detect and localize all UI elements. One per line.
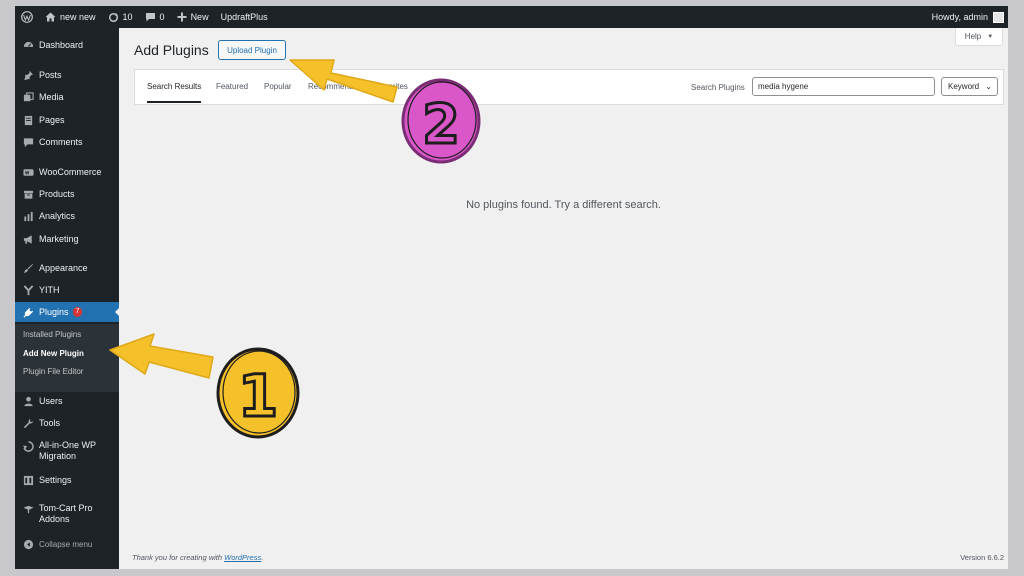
site-name-link[interactable]: new new (39, 6, 102, 28)
sidebar-item-tools[interactable]: Tools (15, 417, 119, 429)
tomcart-line1: Tom-Cart Pro (39, 503, 93, 513)
sidebar-item-yith[interactable]: YITH (15, 284, 119, 296)
sidebar-item-analytics[interactable]: Analytics (15, 210, 119, 222)
wp-admin-window: new new 10 0 New UpdraftPlus Howdy, admi… (15, 6, 1008, 569)
settings-icon (22, 474, 34, 486)
sidebar-item-pages[interactable]: Pages (15, 114, 119, 126)
tab-popular[interactable]: Popular (264, 82, 292, 91)
active-tab-indicator (147, 101, 201, 103)
updraftplus-label: UpdraftPlus (220, 12, 268, 22)
collapse-menu-button[interactable]: Collapse menu (15, 538, 119, 550)
wordpress-link[interactable]: WordPress (224, 553, 261, 562)
sidebar-item-comments[interactable]: Comments (15, 136, 119, 148)
admin-bar: new new 10 0 New UpdraftPlus Howdy, admi… (15, 6, 1008, 28)
paintbrush-icon (22, 262, 34, 274)
plus-icon (177, 12, 187, 22)
collapse-icon (22, 538, 34, 550)
update-count-badge: 7 (72, 307, 83, 317)
sidebar-item-media[interactable]: Media (15, 91, 119, 103)
wrench-icon (22, 417, 34, 429)
main-content: Help ▼ Add Plugins Upload Plugin Search … (119, 28, 1008, 569)
help-tab-button[interactable]: Help ▼ (955, 28, 1003, 46)
help-label: Help (964, 32, 982, 41)
plugin-icon (22, 306, 34, 318)
yith-icon (22, 284, 34, 296)
megaphone-icon (22, 233, 34, 245)
site-name: new new (60, 12, 96, 22)
footer-version: Version 6.6.2 (960, 553, 1004, 562)
sidebar-item-settings[interactable]: Settings (15, 474, 119, 486)
submenu-add-new-plugin[interactable]: Add New Plugin (23, 349, 84, 358)
page-title: Add Plugins (134, 42, 209, 58)
no-plugins-message: No plugins found. Try a different search… (466, 199, 661, 211)
search-type-value: Keyword (948, 82, 980, 91)
sidebar-item-all-in-one-wp-migration[interactable]: All-in-One WP Migration (15, 440, 119, 462)
avatar (993, 11, 1004, 23)
submenu-installed-plugins[interactable]: Installed Plugins (23, 330, 81, 339)
comments-count: 0 (159, 12, 165, 22)
media-icon (22, 91, 34, 103)
updates-count: 10 (122, 12, 133, 22)
aiowp-line1: All-in-One WP (39, 440, 97, 450)
my-account-link[interactable]: Howdy, admin (931, 11, 1008, 23)
page-icon (22, 114, 34, 126)
sidebar-item-appearance[interactable]: Appearance (15, 262, 119, 274)
plugins-submenu: Installed Plugins Add New Plugin Plugin … (15, 324, 119, 392)
footer-thankyou: Thank you for creating with WordPress. (132, 553, 264, 562)
home-icon (45, 12, 56, 22)
admin-sidebar: Dashboard Posts Media Pages Comments Woo… (15, 28, 120, 569)
comment-icon (22, 136, 34, 148)
migration-icon (22, 440, 34, 452)
sidebar-item-tom-cart-pro-addons[interactable]: Tom-Cart Pro Addons (15, 503, 119, 525)
wordpress-logo-icon[interactable] (15, 6, 39, 28)
submenu-plugin-file-editor[interactable]: Plugin File Editor (23, 367, 83, 376)
tomcart-line2: Addons (39, 514, 70, 524)
sidebar-item-marketing[interactable]: Marketing (15, 233, 119, 245)
bar-chart-icon (22, 210, 34, 222)
search-plugins-input[interactable] (752, 77, 935, 96)
users-icon (22, 395, 34, 407)
woocommerce-icon (22, 166, 34, 178)
sidebar-item-users[interactable]: Users (15, 395, 119, 407)
chevron-down-icon: ▼ (987, 33, 994, 40)
pin-icon (22, 69, 34, 81)
new-label: New (190, 12, 209, 22)
sidebar-item-plugins[interactable]: Plugins 7 (15, 302, 120, 322)
tomcart-icon (22, 503, 34, 515)
chevron-down-icon: ⌄ (985, 82, 992, 91)
sidebar-item-woocommerce[interactable]: WooCommerce (15, 166, 119, 178)
aiowp-line2: Migration (39, 451, 77, 461)
new-content-link[interactable]: New (171, 6, 215, 28)
tab-featured[interactable]: Featured (216, 82, 248, 91)
tab-favorites[interactable]: Favorites (375, 82, 408, 91)
search-type-select[interactable]: Keyword ⌄ (941, 77, 998, 96)
upload-plugin-button[interactable]: Upload Plugin (218, 40, 286, 60)
archive-icon (22, 188, 34, 200)
comment-icon (145, 13, 155, 22)
dashboard-icon (22, 39, 34, 51)
updates-link[interactable]: 10 (102, 6, 139, 28)
comments-link[interactable]: 0 (139, 6, 171, 28)
plugin-filter-bar: Search Results Featured Popular Recommen… (134, 69, 1004, 105)
sidebar-item-products[interactable]: Products (15, 188, 119, 200)
sidebar-item-posts[interactable]: Posts (15, 69, 119, 81)
updraftplus-link[interactable]: UpdraftPlus (215, 6, 274, 28)
howdy-label: Howdy, admin (931, 12, 988, 22)
sidebar-item-dashboard[interactable]: Dashboard (15, 39, 119, 51)
search-plugins-label: Search Plugins (691, 83, 745, 92)
refresh-icon (108, 12, 118, 22)
tab-search-results[interactable]: Search Results (147, 82, 201, 91)
tab-recommended[interactable]: Recommended (308, 82, 362, 91)
